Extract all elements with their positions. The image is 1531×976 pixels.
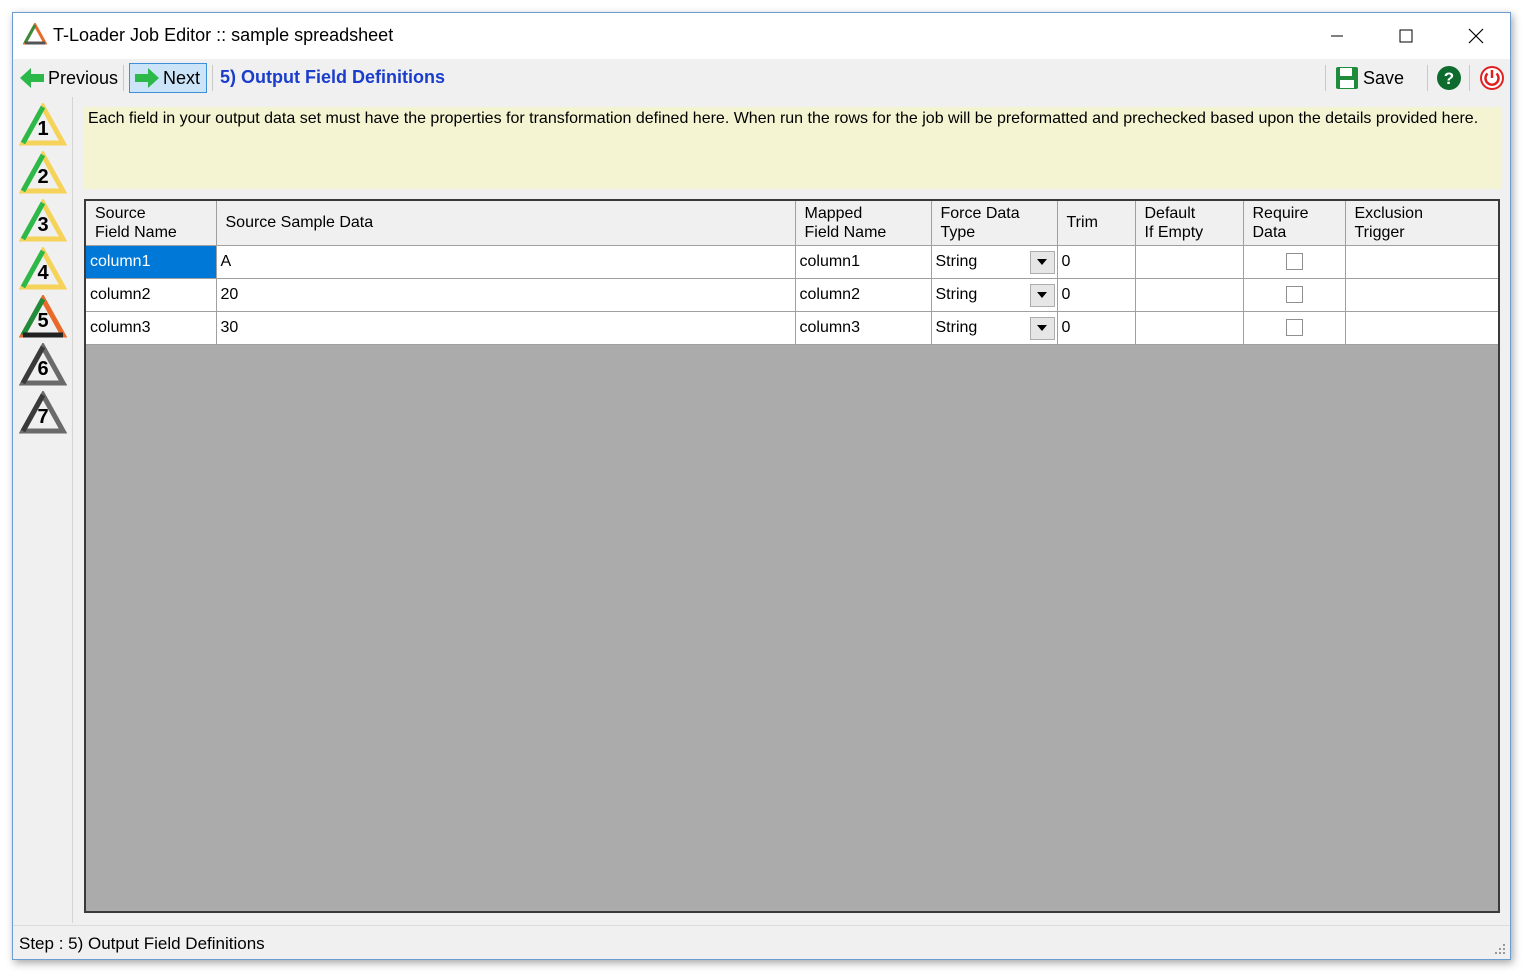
mapped-field-cell[interactable]: column3 — [795, 311, 932, 345]
header-row: Source Field Name Source Sample Data Mapp… — [86, 201, 1498, 246]
title-bar: T-Loader Job Editor :: sample spreadshee… — [13, 13, 1510, 59]
status-bar: Step : 5) Output Field Definitions — [13, 925, 1510, 959]
toolbar-separator — [212, 65, 213, 91]
toolbar: Previous Next 5) Output Field Definition… — [13, 59, 1510, 97]
trim-cell[interactable]: 0 — [1057, 311, 1136, 345]
col-header-trim[interactable]: Trim — [1057, 201, 1136, 246]
svg-text:?: ? — [1444, 69, 1454, 88]
col-header-exclusion[interactable]: Exclusion Trigger — [1345, 201, 1498, 246]
field-definitions-grid[interactable]: Source Field Name Source Sample Data Mapp… — [84, 199, 1500, 913]
require-data-checkbox[interactable] — [1285, 253, 1303, 270]
require-data-cell — [1243, 278, 1346, 312]
minimize-icon — [1331, 35, 1343, 37]
source-field-cell[interactable]: column1 — [86, 245, 217, 279]
require-data-checkbox[interactable] — [1285, 319, 1303, 336]
save-label: Save — [1363, 67, 1405, 88]
step-3-icon[interactable]: 3 — [19, 199, 67, 245]
step-7-icon[interactable]: 7 — [19, 391, 67, 437]
previous-label: Previous — [48, 67, 119, 88]
chevron-down-icon[interactable] — [1029, 316, 1055, 340]
svg-text:3: 3 — [37, 214, 48, 236]
force-type-value: String — [935, 285, 978, 303]
sample-data-cell[interactable]: 30 — [216, 311, 796, 345]
minimize-button[interactable] — [1302, 13, 1372, 59]
help-icon[interactable]: ? — [1436, 65, 1462, 91]
source-field-cell[interactable]: column2 — [86, 278, 217, 312]
app-logo-icon — [23, 23, 47, 45]
source-field-cell[interactable]: column3 — [86, 311, 217, 345]
force-type-dropdown[interactable]: String — [931, 278, 1058, 312]
next-button[interactable]: Next — [129, 63, 207, 93]
step-4-icon[interactable]: 4 — [19, 247, 67, 293]
maximize-icon — [1399, 29, 1413, 43]
step-2-icon[interactable]: 2 — [19, 151, 67, 197]
require-data-checkbox[interactable] — [1285, 286, 1303, 303]
next-label: Next — [163, 67, 201, 88]
trim-cell[interactable]: 0 — [1057, 245, 1136, 279]
toolbar-separator — [123, 65, 124, 91]
save-button[interactable]: Save — [1331, 63, 1408, 93]
chevron-down-icon[interactable] — [1029, 283, 1055, 307]
table-row[interactable]: column1 A column1 String 0 — [86, 245, 1498, 279]
resize-grip-icon[interactable] — [1492, 941, 1506, 955]
exclusion-cell[interactable] — [1345, 278, 1498, 312]
force-type-dropdown[interactable]: String — [931, 311, 1058, 345]
job-editor-window: T-Loader Job Editor :: sample spreadshee… — [12, 12, 1511, 960]
toolbar-separator — [1325, 65, 1326, 91]
require-data-cell — [1243, 311, 1346, 345]
force-type-value: String — [935, 318, 978, 336]
toolbar-separator — [1469, 65, 1470, 91]
table-row[interactable]: column2 20 column2 String 0 — [86, 278, 1498, 312]
step-6-icon[interactable]: 6 — [19, 343, 67, 389]
col-header-default[interactable]: Default If Empty — [1135, 201, 1244, 246]
step-5-icon-active[interactable]: 5 — [19, 295, 67, 341]
exclusion-cell[interactable] — [1345, 245, 1498, 279]
force-type-value: String — [935, 252, 978, 270]
svg-text:1: 1 — [37, 118, 48, 140]
svg-text:7: 7 — [37, 406, 48, 428]
svg-text:4: 4 — [37, 262, 49, 284]
col-header-force-type[interactable]: Force Data Type — [931, 201, 1058, 246]
close-icon — [1468, 28, 1484, 44]
close-button[interactable] — [1441, 13, 1511, 59]
step-title: 5) Output Field Definitions — [220, 67, 445, 87]
arrow-left-icon — [20, 68, 44, 88]
require-data-cell — [1243, 245, 1346, 279]
svg-text:5: 5 — [37, 310, 48, 332]
default-cell[interactable] — [1135, 245, 1244, 279]
col-header-require[interactable]: Require Data — [1243, 201, 1346, 246]
power-icon[interactable] — [1479, 65, 1505, 91]
default-cell[interactable] — [1135, 278, 1244, 312]
col-header-sample-data[interactable]: Source Sample Data — [216, 201, 796, 246]
toolbar-separator — [1427, 65, 1428, 91]
chevron-down-icon[interactable] — [1029, 250, 1055, 274]
col-header-source-field[interactable]: Source Field Name — [86, 201, 217, 246]
sample-data-cell[interactable]: A — [216, 245, 796, 279]
arrow-right-icon — [135, 68, 159, 88]
previous-button[interactable]: Previous — [15, 63, 122, 93]
svg-text:6: 6 — [37, 358, 48, 380]
info-panel: Each field in your output data set must … — [84, 107, 1501, 189]
status-text: Step : 5) Output Field Definitions — [19, 934, 265, 953]
mapped-field-cell[interactable]: column2 — [795, 278, 932, 312]
col-header-mapped-field[interactable]: Mapped Field Name — [795, 201, 932, 246]
default-cell[interactable] — [1135, 311, 1244, 345]
save-icon — [1336, 67, 1358, 89]
maximize-button[interactable] — [1371, 13, 1441, 59]
table-row[interactable]: column3 30 column3 String 0 — [86, 311, 1498, 345]
step-1-icon[interactable]: 1 — [19, 103, 67, 149]
mapped-field-cell[interactable]: column1 — [795, 245, 932, 279]
force-type-dropdown[interactable]: String — [931, 245, 1058, 279]
svg-text:2: 2 — [37, 166, 48, 188]
window-title: T-Loader Job Editor :: sample spreadshee… — [53, 25, 394, 45]
sample-data-cell[interactable]: 20 — [216, 278, 796, 312]
step-sidebar: 1 2 3 4 5 6 7 — [13, 97, 73, 923]
exclusion-cell[interactable] — [1345, 311, 1498, 345]
trim-cell[interactable]: 0 — [1057, 278, 1136, 312]
